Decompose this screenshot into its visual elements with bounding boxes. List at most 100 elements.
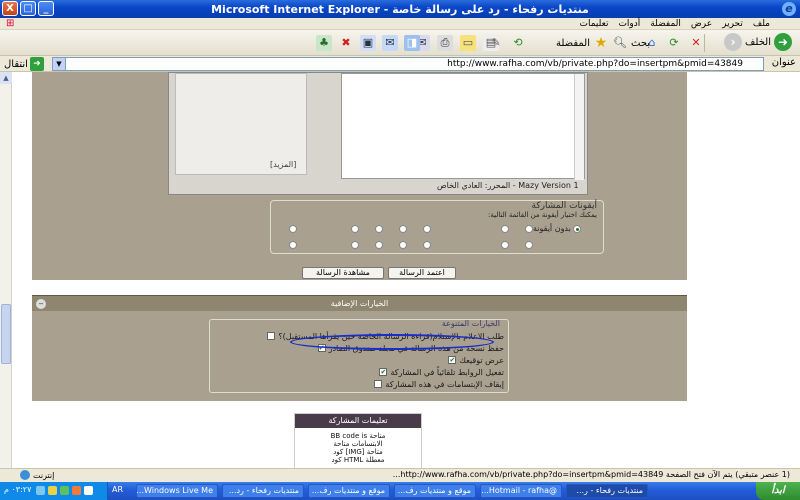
- misc-options-title: الخيارات المتنوعة: [441, 319, 500, 328]
- radio-icon[interactable]: [351, 241, 359, 249]
- menu-file[interactable]: ملف: [753, 18, 770, 30]
- radio-icon[interactable]: [375, 225, 383, 233]
- favorites-label[interactable]: المفضلة: [556, 38, 590, 49]
- task-rafha-reply[interactable]: منتديات رفحاء - رد...: [222, 484, 304, 498]
- volume-icon[interactable]: [48, 486, 57, 495]
- extra-options-panel: الخيارات المتنوعة طلب الاعلام بالإستلام(…: [32, 311, 687, 401]
- research-icon[interactable]: ▣: [360, 35, 376, 51]
- window-title: منتديات رفحاء - رد على رسالة خاصة - Micr…: [211, 2, 589, 16]
- messenger-icon[interactable]: ♣: [316, 35, 332, 51]
- option-row: ✔ تفعيل الروابط تلقائياً في المشاركة: [379, 367, 504, 377]
- radio-icon[interactable]: [501, 241, 509, 249]
- collapse-icon[interactable]: −: [36, 299, 46, 309]
- language-indicator[interactable]: AR: [112, 485, 123, 494]
- extra-options-header: − الخيارات الإضافية: [32, 295, 687, 311]
- forward-arrow-icon[interactable]: ‹: [724, 33, 743, 51]
- disable-smilies-checkbox[interactable]: [374, 380, 383, 388]
- note-icon[interactable]: ▭: [460, 35, 476, 51]
- submit-message-button[interactable]: اعتمد الرسالة: [388, 267, 456, 279]
- refresh-icon[interactable]: ⟳: [666, 35, 682, 51]
- edit-icon[interactable]: ✎: [488, 35, 504, 51]
- radio-icon[interactable]: [289, 241, 297, 249]
- internet-globe-icon: [20, 470, 30, 480]
- history-icon[interactable]: ⟲: [510, 35, 526, 51]
- messenger-tray-icon[interactable]: [60, 486, 69, 495]
- show-signature-label: عرض توقيعك: [459, 355, 504, 365]
- radio-no-icon[interactable]: [573, 225, 581, 233]
- more-smilies-link[interactable]: [المزيد]: [270, 160, 296, 169]
- back-label[interactable]: الخلف: [745, 37, 771, 48]
- taskbar: ٠٣:٢٧ م AR Windows Live Me... منتديات رف…: [0, 482, 800, 500]
- ie-logo-icon: e: [782, 2, 796, 16]
- message-textarea[interactable]: [341, 73, 585, 180]
- task-windows-live[interactable]: Windows Live Me...: [136, 484, 218, 498]
- radio-icon[interactable]: [351, 225, 359, 233]
- menu-edit[interactable]: تحرير: [722, 18, 743, 30]
- menu-view[interactable]: عرض: [691, 18, 712, 30]
- search-icon[interactable]: 🔍︎: [612, 35, 628, 51]
- radio-icon[interactable]: [423, 225, 431, 233]
- menu-favorites[interactable]: المفضلة: [650, 18, 681, 30]
- update-icon[interactable]: [84, 486, 93, 495]
- rule-line: كود [IMG] متاحة: [333, 448, 383, 456]
- posting-rules-title: تعليمات المشاركة: [295, 414, 421, 428]
- address-input[interactable]: http://www.rafha.com/vb/private.php?do=i…: [52, 57, 764, 71]
- radio-icon[interactable]: [399, 241, 407, 249]
- page-scrollbar[interactable]: ▲: [0, 72, 12, 468]
- mail-icon[interactable]: ✉: [382, 35, 398, 51]
- stop-icon[interactable]: ✕: [688, 35, 704, 51]
- security-icon[interactable]: [72, 486, 81, 495]
- reply-panel: [المزيد] المحرر: العادي الخاص - Mazy Ver…: [32, 72, 687, 280]
- radio-icon[interactable]: [375, 241, 383, 249]
- stop-x-icon[interactable]: ✖: [338, 35, 354, 51]
- radio-icon[interactable]: [525, 241, 533, 249]
- home-icon[interactable]: ⌂: [644, 35, 660, 51]
- address-dropdown-icon[interactable]: ▼: [52, 57, 66, 71]
- menu-tools[interactable]: أدوات: [618, 18, 640, 30]
- task-rafha-active[interactable]: منتديات رفحاء - ر...: [566, 484, 648, 498]
- radio-icon[interactable]: [289, 225, 297, 233]
- status-bar: إنترنت (1 عنصر متبقي) يتم الآن فتح الصفح…: [0, 468, 800, 482]
- radio-icon[interactable]: [525, 225, 533, 233]
- title-bar: X □ _ منتديات رفحاء - رد على رسالة خاصة …: [0, 0, 800, 18]
- network-icon[interactable]: [36, 486, 45, 495]
- menu-help[interactable]: تعليمات: [579, 18, 608, 30]
- task-hotmail[interactable]: @Hotmail - rafha...: [480, 484, 562, 498]
- clock[interactable]: ٠٣:٢٧ م: [4, 485, 31, 494]
- address-bar: انتقال ➜ http://www.rafha.com/vb/private…: [0, 56, 800, 72]
- extra-options-title: الخيارات الإضافية: [330, 299, 389, 308]
- go-arrow-icon[interactable]: ➜: [29, 57, 44, 71]
- page-content: [المزيد] المحرر: العادي الخاص - Mazy Ver…: [12, 72, 800, 468]
- editor-frame: [المزيد] المحرر: العادي الخاص - Mazy Ver…: [168, 72, 588, 195]
- radio-icon[interactable]: [399, 225, 407, 233]
- address-label: عنوان: [771, 57, 796, 68]
- start-button[interactable]: ابدأ: [756, 482, 800, 500]
- menu-bar: ملف تحرير عرض المفضلة أدوات تعليمات ⊞: [0, 18, 800, 30]
- posting-rules-box: تعليمات المشاركة BB code is متاحة الابتس…: [294, 413, 422, 468]
- task-rafha-site[interactable]: موقع و منتديات رف...: [394, 484, 476, 498]
- radio-icon[interactable]: [501, 225, 509, 233]
- media-icon[interactable]: ◨: [404, 35, 420, 51]
- zone-label: إنترنت: [33, 470, 55, 480]
- option-row: إيقاف الإبتسامات في هذه المشاركة: [374, 379, 504, 389]
- toolbar-separator: [704, 34, 705, 52]
- highlight-ellipse: [290, 334, 494, 350]
- print-icon[interactable]: ⎙: [437, 35, 453, 51]
- scroll-up-icon[interactable]: ▲: [0, 72, 12, 84]
- windows-flag-icon: ⊞: [6, 18, 15, 29]
- auto-links-label: تفعيل الروابط تلقائياً في المشاركة: [390, 367, 504, 377]
- scroll-thumb[interactable]: [1, 304, 11, 364]
- rule-line: BB code is متاحة: [330, 432, 386, 440]
- preview-message-button[interactable]: مشاهدة الرسالة: [302, 267, 384, 279]
- textarea-scrollbar[interactable]: [574, 74, 584, 180]
- go-label[interactable]: انتقال: [4, 59, 28, 70]
- read-receipt-checkbox[interactable]: [267, 332, 276, 340]
- radio-icon[interactable]: [423, 241, 431, 249]
- task-rafha-site[interactable]: موقع و منتديات رف...: [308, 484, 390, 498]
- back-arrow-icon[interactable]: ➜: [774, 33, 792, 51]
- smilies-panel: [المزيد]: [175, 73, 307, 175]
- show-signature-checkbox[interactable]: ✔: [448, 356, 457, 364]
- system-tray: ٠٣:٢٧ م: [0, 482, 108, 500]
- auto-links-checkbox[interactable]: ✔: [379, 368, 388, 376]
- star-icon[interactable]: ★: [593, 35, 609, 51]
